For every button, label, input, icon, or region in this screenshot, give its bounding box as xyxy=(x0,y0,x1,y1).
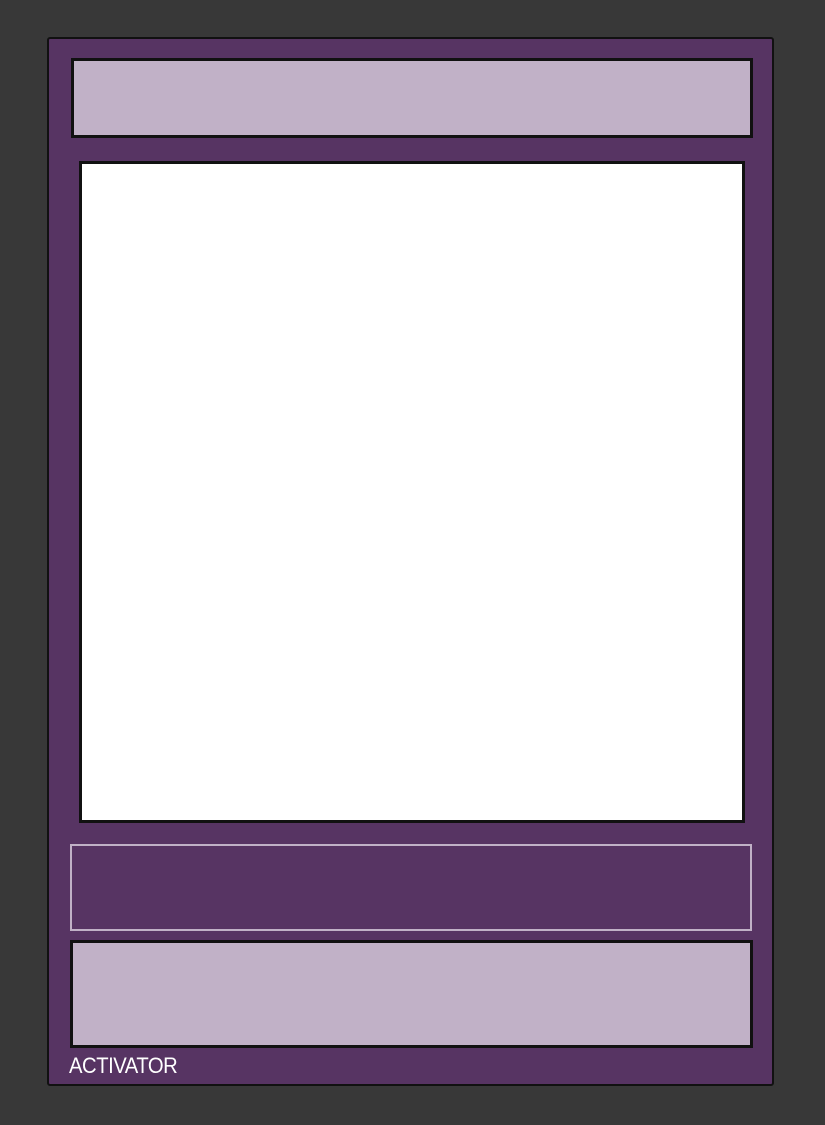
card-title-bar xyxy=(71,58,753,138)
card-type-bar xyxy=(70,844,752,931)
card-art-frame xyxy=(79,161,745,823)
card-text-box xyxy=(70,940,753,1048)
card-type-label: ACTIVATOR xyxy=(69,1053,178,1078)
canvas: ACTIVATOR xyxy=(0,0,825,1125)
card-frame: ACTIVATOR xyxy=(47,37,774,1086)
